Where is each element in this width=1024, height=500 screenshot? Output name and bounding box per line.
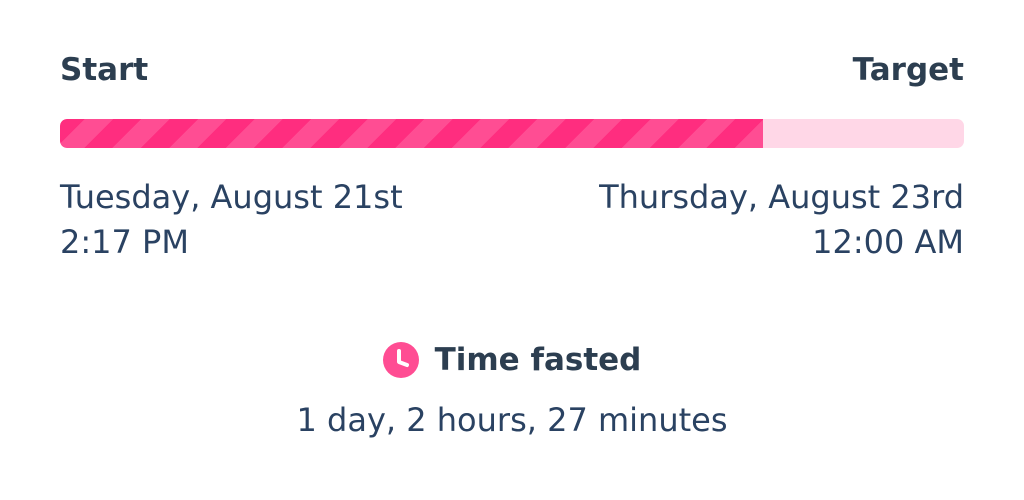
clock-icon: [382, 342, 419, 378]
target-time: 12:00 AM: [812, 223, 964, 261]
time-fasted-section: Time fasted 1 day, 2 hours, 27 minutes: [0, 336, 1024, 442]
time-fasted-header: Time fasted: [0, 336, 1024, 384]
time-fasted-title: Time fasted: [434, 342, 642, 378]
target-date: Thursday, August 23rd: [599, 178, 964, 216]
fasting-progress-card: Start Target Tuesday, August 21st 2:17 P…: [0, 0, 1024, 500]
start-label: Start: [60, 52, 149, 88]
start-datetime: Tuesday, August 21st 2:17 PM: [60, 175, 403, 265]
target-datetime: Thursday, August 23rd 12:00 AM: [599, 175, 964, 265]
progress-labels: Start Target: [60, 50, 964, 90]
target-label: Target: [852, 52, 964, 88]
progress-bar-track: [60, 119, 964, 148]
start-time: 2:17 PM: [60, 223, 189, 261]
start-date: Tuesday, August 21st: [60, 178, 403, 216]
progress-bar-fill: [60, 119, 764, 148]
date-times-row: Tuesday, August 21st 2:17 PM Thursday, A…: [60, 175, 964, 265]
time-fasted-value: 1 day, 2 hours, 27 minutes: [296, 401, 728, 439]
